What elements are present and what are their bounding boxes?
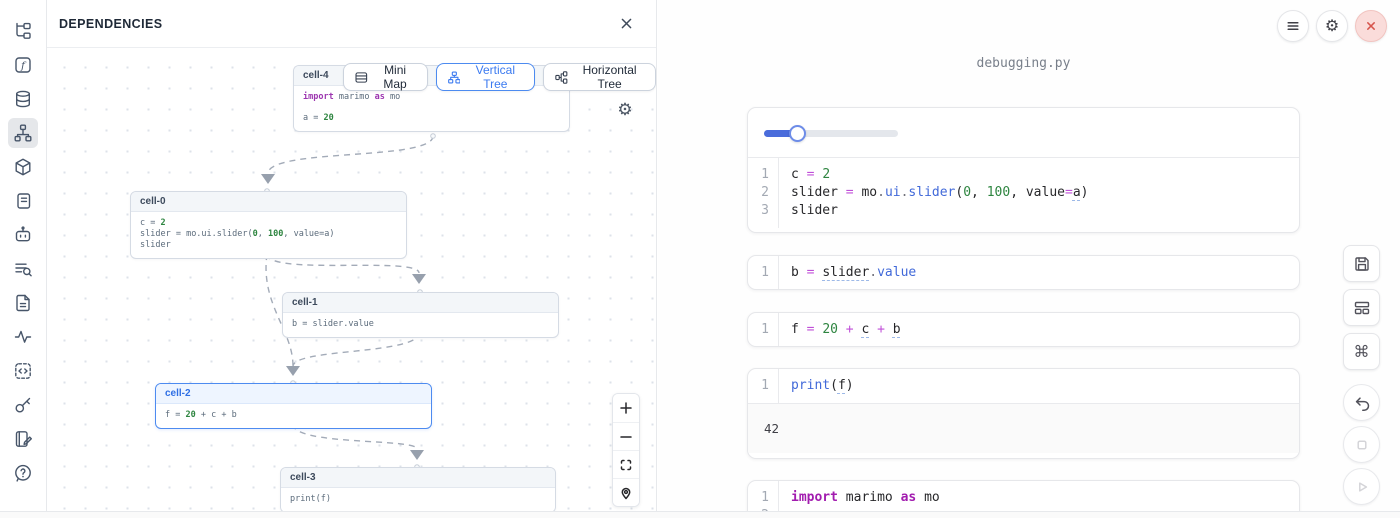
svg-text:f: f [20,60,27,72]
icon-rail: f [0,0,47,518]
graph-node-title: cell-3 [281,468,555,488]
graph-view-toolbar: Mini Map Vertical Tree Horizontal Tree [343,63,656,91]
graph-node-title: cell-2 [156,384,431,404]
notebook-cell[interactable]: 1 f = 20 + c + b [747,312,1300,347]
cell-output-widget [748,108,1299,157]
code-editor[interactable]: 1 print(f) [748,369,1299,403]
vertical-tree-button[interactable]: Vertical Tree [436,63,536,91]
minimap-icon [355,70,368,85]
notebook-cell[interactable]: 123 c = 2slider = mo.ui.slider(0, 100, v… [747,107,1300,233]
graph-node[interactable]: cell-3 print(f) [280,467,556,511]
undo-icon[interactable] [1343,384,1380,421]
dependency-graph-icon[interactable] [8,118,38,148]
minimap-button[interactable]: Mini Map [343,63,428,91]
code-editor[interactable]: 1 f = 20 + c + b [748,313,1299,347]
command-icon[interactable]: ⌘ [1343,333,1380,370]
minimap-label: Mini Map [375,63,416,91]
code-lines: f = 20 + c + b [779,313,1299,347]
notebook-action-buttons: ⌘ [1343,245,1380,510]
zoom-out-button[interactable] [613,422,639,450]
code-lines: c = 2slider = mo.ui.slider(0, 100, value… [779,158,1299,228]
slider-thumb[interactable] [789,125,806,142]
graph-node-code: c = 2slider = mo.ui.slider(0, 100, value… [131,212,406,258]
stop-icon[interactable] [1343,426,1380,463]
package-icon[interactable] [8,152,38,182]
graph-node-code: f = 20 + c + b [156,404,431,428]
document-icon[interactable] [8,288,38,318]
snippets-icon[interactable] [8,356,38,386]
chat-bot-icon[interactable] [8,220,38,250]
graph-node-code: b = slider.value [283,313,558,337]
shutdown-close-icon[interactable] [1355,10,1387,42]
notebook-cell[interactable]: 1 print(f) 42 [747,368,1300,459]
horizontal-tree-icon [555,70,568,85]
script-icon[interactable] [8,186,38,216]
gear-icon[interactable]: ⚙ [1316,10,1348,42]
graph-zoom-controls [612,393,640,507]
layout-icon[interactable] [1343,289,1380,326]
save-icon[interactable] [1343,245,1380,282]
activity-icon[interactable] [8,322,38,352]
dependencies-panel: DEPENDENCIES [47,0,657,518]
close-panel-button[interactable] [617,14,636,33]
panel-title: DEPENDENCIES [59,17,162,31]
code-editor[interactable]: 1 b = slider.value [748,256,1299,290]
notebook-panel: ⚙ debugging.py 123 c = 2slider = mo.ui.s… [658,0,1400,518]
line-numbers: 1 [748,256,779,290]
line-numbers: 123 [748,158,779,228]
slider-widget[interactable] [764,125,898,142]
horizontal-tree-label: Horizontal Tree [575,63,644,91]
graph-node-code: print(f) [281,488,555,511]
key-icon[interactable] [8,390,38,420]
menu-icon[interactable] [1277,10,1309,42]
cell-output: 42 [748,403,1299,453]
graph-node[interactable]: cell-0 c = 2slider = mo.ui.slider(0, 100… [130,191,407,259]
log-search-icon[interactable] [8,254,38,284]
graph-node[interactable]: cell-2 f = 20 + c + b [155,383,432,429]
line-numbers: 1 [748,369,779,403]
graph-node-title: cell-0 [131,192,406,212]
scratchpad-icon[interactable] [8,424,38,454]
fit-view-button[interactable] [613,450,639,478]
line-numbers: 1 [748,313,779,347]
notebook-top-buttons: ⚙ [1277,10,1387,42]
lock-position-button[interactable] [613,478,639,506]
graph-node-title: cell-1 [283,293,558,313]
graph-settings-gear-icon[interactable]: ⚙ [612,97,638,123]
notebook-filename: debugging.py [747,56,1300,71]
bottom-status-bar [0,511,1400,518]
notebook-cell[interactable]: 1 b = slider.value [747,255,1300,290]
help-icon[interactable] [8,458,38,488]
vertical-tree-icon [448,70,461,85]
database-icon[interactable] [8,84,38,114]
dependency-graph-canvas[interactable]: cell-4 import marimo as moa = 20 cell-0 … [47,48,656,511]
graph-node-code: import marimo as moa = 20 [294,86,569,131]
dependencies-header: DEPENDENCIES [47,0,656,48]
zoom-in-button[interactable] [613,394,639,422]
file-tree-icon[interactable] [8,16,38,46]
function-square-icon[interactable]: f [8,50,38,80]
code-editor[interactable]: 123 c = 2slider = mo.ui.slider(0, 100, v… [748,157,1299,228]
marimo-app: f DEPENDENCIES [0,0,1400,518]
code-lines: b = slider.value [779,256,1299,290]
run-icon[interactable] [1343,468,1380,505]
horizontal-tree-button[interactable]: Horizontal Tree [543,63,656,91]
graph-node[interactable]: cell-1 b = slider.value [282,292,559,338]
vertical-tree-label: Vertical Tree [467,63,523,91]
code-lines: print(f) [779,369,1299,403]
